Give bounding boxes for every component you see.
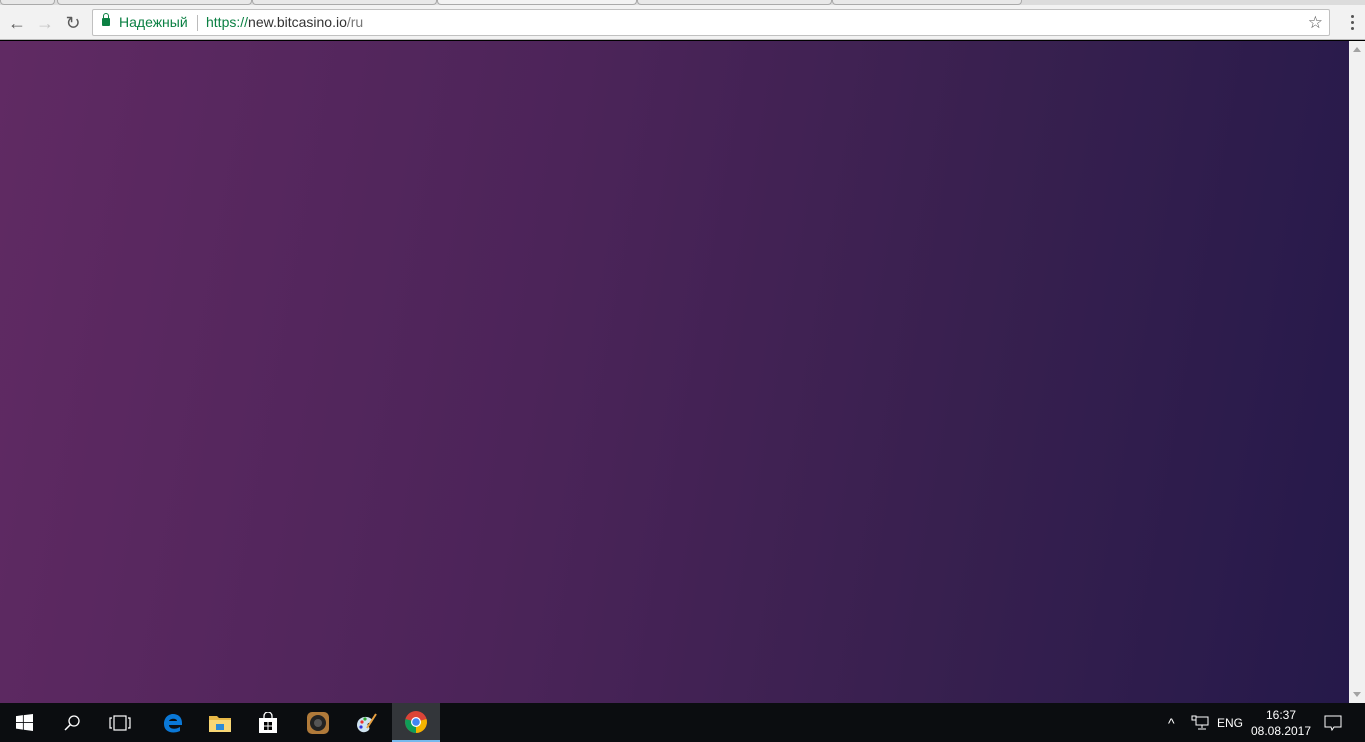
url-scheme: https:// [206,14,249,30]
clock[interactable]: 16:37 08.08.2017 [1250,707,1312,739]
forward-button[interactable]: → [35,13,55,33]
back-button[interactable]: ← [7,13,27,33]
reload-button[interactable]: ↻ [63,13,83,33]
search-icon[interactable] [48,703,96,742]
address-bar[interactable]: Надежный https://new.bitcasino.io/ru ☆ [92,9,1330,36]
edge-icon[interactable] [148,703,196,742]
taskbar: ^ ENG 16:37 08.08.2017 [0,703,1365,742]
secure-label: Надежный [119,14,188,30]
start-icon[interactable] [0,703,48,742]
scroll-down-icon[interactable] [1353,692,1361,697]
show-hidden-icons-button[interactable]: ^ [1168,703,1175,742]
clock-time: 16:37 [1265,708,1297,722]
store-icon[interactable] [244,703,292,742]
menu-icon[interactable] [1351,15,1355,33]
clock-date: 08.08.2017 [1250,724,1312,738]
scroll-up-icon[interactable] [1353,47,1361,52]
lock-icon [102,13,110,26]
language-indicator[interactable]: ENG [1217,703,1243,742]
url-host: new.bitcasino.io [248,14,347,30]
scrollbar[interactable] [1349,41,1365,703]
url-text[interactable]: https://new.bitcasino.io/ru [206,10,363,35]
speaker-app-icon[interactable] [294,703,342,742]
browser-toolbar: ← → ↻ Надежный https://new.bitcasino.io/… [0,5,1365,40]
divider [197,15,198,31]
bookmark-star-icon[interactable]: ☆ [1308,10,1323,35]
chrome-icon[interactable] [392,703,440,742]
paint-icon[interactable] [342,703,390,742]
url-path: /ru [346,14,364,30]
file-explorer-icon[interactable] [196,703,244,742]
page-content [0,41,1349,703]
task-view-icon[interactable] [96,703,144,742]
notifications-icon[interactable] [1324,703,1342,742]
network-icon[interactable] [1191,703,1209,742]
